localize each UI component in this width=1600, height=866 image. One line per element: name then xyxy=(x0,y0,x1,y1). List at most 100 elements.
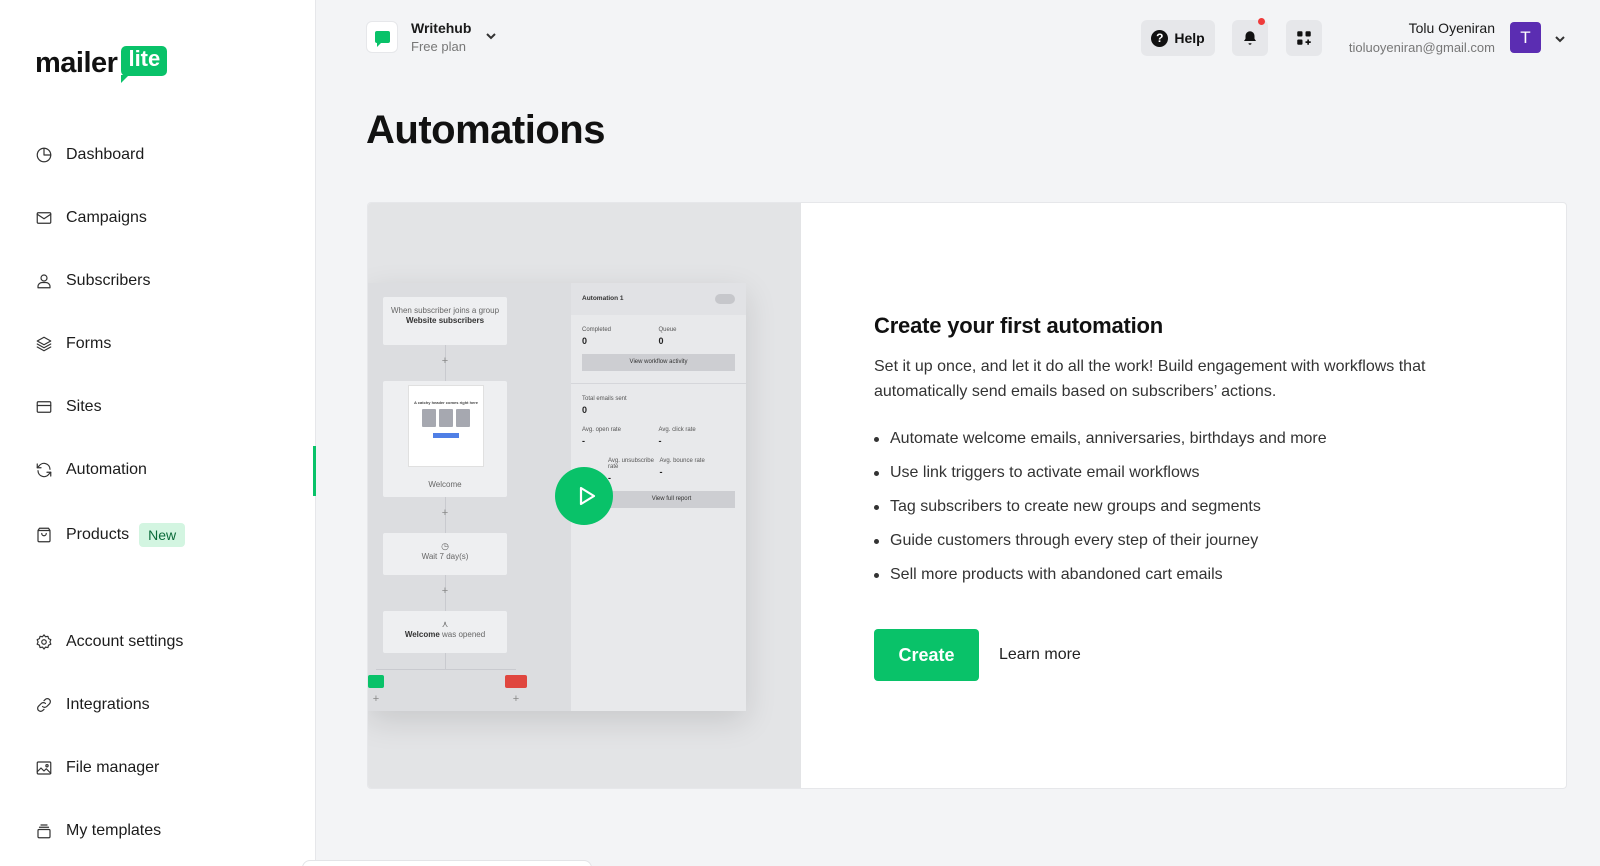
refresh-icon xyxy=(35,461,53,479)
question-icon: ? xyxy=(1151,29,1169,47)
logo-word: mailer xyxy=(35,47,118,79)
notification-dot xyxy=(1258,18,1265,25)
stats-queue-section: Completed 0 Queue 0 View workflow activity xyxy=(571,315,746,384)
bounce-rate-value: - xyxy=(659,467,663,477)
list-item: Automate welcome emails, anniversaries, … xyxy=(874,422,1474,456)
clock-pie-icon xyxy=(35,146,53,164)
sidebar-item-campaigns[interactable]: Campaigns xyxy=(35,203,147,233)
unsubscribe-rate-value: - xyxy=(608,473,611,483)
create-automation-button[interactable]: Create xyxy=(874,629,979,681)
new-badge: New xyxy=(139,523,186,547)
stats-title: Automation 1 xyxy=(582,295,624,302)
sidebar-item-label: Campaigns xyxy=(66,209,147,226)
condition-step: ⋏ Welcome was opened xyxy=(383,611,507,653)
intro-content: Create your first automation Set it up o… xyxy=(874,313,1474,592)
intro-actions: Create Learn more xyxy=(874,629,1081,681)
automation-preview-video[interactable]: When subscriber joins a group Website su… xyxy=(368,203,801,788)
bounce-rate-label: Avg. bounce rate xyxy=(659,458,705,464)
user-name: Tolu Oyeniran xyxy=(1408,20,1495,36)
mailerlite-logo[interactable]: mailer lite xyxy=(35,38,168,84)
envelope-icon xyxy=(35,209,53,227)
play-video-button[interactable] xyxy=(555,467,613,525)
list-item-text: Tag subscribers to create new groups and… xyxy=(890,498,1261,515)
trigger-text: When subscriber joins a group xyxy=(390,306,500,315)
plus-icon: + xyxy=(512,693,520,705)
sidebar-item-label: Integrations xyxy=(66,696,150,713)
learn-more-link[interactable]: Learn more xyxy=(999,646,1081,664)
sidebar-item-label: Products xyxy=(66,526,130,543)
sidebar-item-dashboard[interactable]: Dashboard xyxy=(35,140,144,170)
chevron-down-icon[interactable] xyxy=(1554,32,1566,50)
queue-label: Queue xyxy=(658,327,677,333)
sidebar: mailer lite Dashboard Campaigns Subscrib… xyxy=(0,0,316,866)
list-item: Guide customers through every step of th… xyxy=(874,524,1474,558)
bullet-icon xyxy=(874,538,879,544)
user-email: tioluoyeniran@gmail.com xyxy=(1348,40,1495,55)
list-item-text: Use link triggers to activate email work… xyxy=(890,464,1200,481)
list-item: Use link triggers to activate email work… xyxy=(874,456,1474,490)
help-button[interactable]: ? Help xyxy=(1141,20,1215,56)
sidebar-item-label: Sites xyxy=(66,398,102,415)
gear-icon xyxy=(35,633,53,651)
layers-icon xyxy=(35,335,53,353)
trigger-group: Website subscribers xyxy=(405,316,485,326)
sidebar-item-account-settings[interactable]: Account settings xyxy=(35,627,183,657)
account-logo xyxy=(366,21,398,53)
sidebar-item-forms[interactable]: Forms xyxy=(35,329,111,359)
total-sent-value: 0 xyxy=(582,405,588,415)
account-name: Writehub xyxy=(411,20,472,36)
user-info[interactable]: Tolu Oyeniran tioluoyeniran@gmail.com xyxy=(1330,20,1495,55)
empty-state-card: When subscriber joins a group Website su… xyxy=(367,202,1567,789)
chevron-down-icon[interactable] xyxy=(485,29,497,47)
bullet-icon xyxy=(874,504,879,510)
delay-step: ◷ Wait 7 day(s) xyxy=(383,533,507,575)
shopping-bag-icon xyxy=(35,526,53,544)
sidebar-item-sites[interactable]: Sites xyxy=(35,392,102,422)
view-full-report-button: View full report xyxy=(608,491,735,508)
split-icon: ⋏ xyxy=(441,619,449,629)
sidebar-item-label: Automation xyxy=(66,461,147,478)
help-label: Help xyxy=(1174,30,1205,46)
bell-icon xyxy=(1244,31,1256,45)
connector xyxy=(445,653,446,669)
notifications-button[interactable] xyxy=(1232,18,1268,56)
list-item: Sell more products with abandoned cart e… xyxy=(874,558,1474,592)
branch-line xyxy=(376,669,516,670)
sidebar-item-products[interactable]: Products New xyxy=(35,520,186,550)
apps-button[interactable] xyxy=(1286,20,1322,56)
bottom-panel-edge xyxy=(302,860,592,866)
toggle-switch xyxy=(715,294,735,304)
feature-list: Automate welcome emails, anniversaries, … xyxy=(874,422,1474,592)
page-title: Automations xyxy=(366,108,605,152)
logo-lite-badge: lite xyxy=(121,45,168,84)
wait-value: 7 day(s) xyxy=(439,552,469,561)
account-info: Writehub Free plan xyxy=(411,20,471,54)
queue-value: 0 xyxy=(658,336,664,346)
apps-grid-icon xyxy=(1297,31,1311,45)
sidebar-item-automation[interactable]: Automation xyxy=(35,455,147,485)
sidebar-item-my-templates[interactable]: My templates xyxy=(35,816,161,846)
account-plan: Free plan xyxy=(411,39,466,54)
avatar[interactable]: T xyxy=(1510,22,1541,53)
sidebar-item-subscribers[interactable]: Subscribers xyxy=(35,266,150,296)
email-title: A catchy header comes right here xyxy=(413,400,479,405)
sidebar-item-label: My templates xyxy=(66,822,162,839)
sidebar-item-integrations[interactable]: Integrations xyxy=(35,690,150,720)
list-item: Tag subscribers to create new groups and… xyxy=(874,490,1474,524)
plus-icon: + xyxy=(441,355,449,367)
sidebar-item-file-manager[interactable]: File manager xyxy=(35,753,159,783)
click-rate-label: Avg. click rate xyxy=(658,427,696,433)
stats-header: Automation 1 xyxy=(571,283,746,315)
email-step: A catchy header comes right here Welcome xyxy=(383,381,507,497)
clock-icon: ◷ xyxy=(441,541,449,551)
view-workflow-activity-button: View workflow activity xyxy=(582,354,735,371)
browser-icon xyxy=(35,398,53,416)
total-sent-label: Total emails sent xyxy=(582,396,627,402)
wait-label: Wait xyxy=(421,552,438,561)
email-thumbnail: A catchy header comes right here xyxy=(408,385,484,467)
account-switcher[interactable]: Writehub Free plan xyxy=(366,20,497,54)
unsubscribe-rate-label: Avg. unsubscribe rate xyxy=(608,458,654,470)
condition-email: Welcome xyxy=(404,630,440,639)
open-rate-value: - xyxy=(582,436,585,446)
active-indicator xyxy=(313,446,316,496)
